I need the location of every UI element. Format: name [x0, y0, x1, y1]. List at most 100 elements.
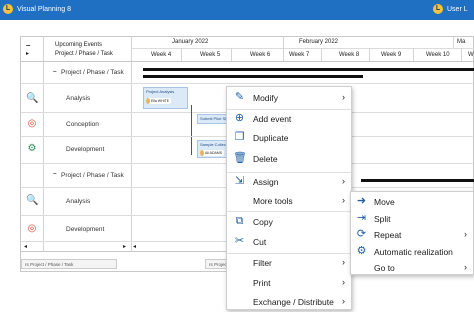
week-5: Week 5 [200, 52, 221, 58]
menu-item-copy[interactable]: ⧉ Copy [227, 212, 351, 232]
menu-item-exchange[interactable]: Exchange / Distribute › [227, 292, 351, 312]
row-divider [21, 83, 474, 84]
chevron-right-icon: › [342, 92, 345, 102]
task-title: Project Analysis [146, 89, 175, 94]
task-project-analysis[interactable]: Project Analysis Ella WHITE [143, 87, 188, 109]
title-bar: L Visual Planning 8 L User L [0, 0, 474, 20]
app-title: Visual Planning 8 [17, 6, 71, 13]
menu-item-label: Split [374, 214, 391, 224]
menu-item-label: Automatic realization [374, 247, 453, 257]
week-8: Week 8 [339, 52, 360, 58]
week-divider [369, 48, 370, 61]
target-icon: ◎ [27, 223, 37, 234]
more-tools-submenu: ➜ Move ⇥ Split ⟳ Repeat › ⚙ Automatic re… [350, 191, 474, 275]
chevron-right-icon: › [342, 195, 345, 205]
context-menu: ✎ Modify › ⊕ Add event ❐ Duplicate 🗑 Del… [226, 86, 352, 310]
row-label-development[interactable]: Development [66, 146, 104, 153]
chevron-right-icon: › [464, 229, 467, 239]
target-icon: ◎ [27, 118, 37, 129]
chevron-right-icon: › [342, 257, 345, 267]
week-divider [321, 48, 322, 61]
plus-circle-icon: ⊕ [234, 112, 245, 124]
menu-item-print[interactable]: Print › [227, 273, 351, 293]
month-january: January 2022 [172, 39, 209, 45]
icon-column-divider [43, 37, 44, 251]
week-divider [413, 48, 414, 61]
label-column-divider [131, 37, 132, 251]
menu-item-duplicate[interactable]: ❐ Duplicate [227, 128, 351, 148]
app-logo-icon: L [3, 4, 13, 14]
menu-item-label: Filter [253, 258, 272, 268]
month-march: Ma [457, 39, 466, 45]
menu-item-label: Print [253, 278, 271, 288]
chevron-right-icon: › [342, 296, 345, 306]
week-4: Week 4 [151, 52, 172, 58]
row-label-analysis[interactable]: Analysis [66, 95, 90, 102]
menu-item-filter[interactable]: Filter › [227, 253, 351, 273]
expand-all-button[interactable]: ▸ [26, 50, 29, 57]
week-divider [283, 48, 284, 61]
row-label-analysis[interactable]: Analysis [66, 198, 90, 205]
menu-item-more-tools[interactable]: More tools › [227, 191, 351, 211]
user-avatar-icon[interactable]: L [433, 4, 443, 14]
chevron-right-icon: › [342, 176, 345, 186]
chevron-right-icon: › [342, 277, 345, 287]
menu-item-assign[interactable]: ⇲ Assign › [227, 172, 351, 192]
week-6: Week 6 [250, 52, 271, 58]
menu-item-label: Go to [374, 263, 395, 273]
week-divider [461, 48, 462, 61]
trash-icon: 🗑 [233, 152, 247, 164]
column-header-label: Project / Phase / Task [55, 51, 113, 57]
group-timeline-bar[interactable] [143, 75, 363, 78]
menu-item-label: Copy [253, 217, 273, 227]
submenu-item-go-to[interactable]: Go to › [351, 258, 473, 278]
menu-item-label: Modify [253, 93, 279, 103]
group-row-label[interactable]: Project / Phase / Task [61, 172, 124, 179]
upcoming-events-label: Upcoming Events [55, 42, 103, 48]
group-collapse-toggle[interactable]: – [53, 170, 57, 177]
week-divider [231, 48, 232, 61]
assign-icon: ⇲ [234, 175, 245, 187]
menu-item-label: Assign [253, 177, 279, 187]
menu-item-label: Duplicate [253, 133, 289, 143]
month-divider [283, 37, 284, 48]
dependency-link [191, 105, 192, 155]
group-timeline-bar[interactable] [143, 68, 474, 71]
menu-item-label: Cut [253, 237, 267, 247]
assignee-chip: Ali ADAMS [200, 150, 225, 156]
duplicate-icon: ❐ [234, 131, 245, 143]
collapse-all-button[interactable]: – [26, 41, 30, 50]
group-timeline-bar[interactable] [361, 179, 474, 182]
scroll-left-arrow[interactable]: ◂ [24, 243, 27, 250]
menu-item-label: More tools [253, 196, 293, 206]
month-row-divider [131, 48, 474, 49]
menu-item-cut[interactable]: ✂ Cut [227, 232, 351, 252]
arrow-right-icon: ➜ [356, 195, 367, 207]
repeat-icon: ⟳ [356, 228, 367, 240]
timeline-scroll-left-arrow[interactable]: ◂ [133, 243, 136, 250]
menu-item-modify[interactable]: ✎ Modify › [227, 88, 351, 108]
menu-item-delete[interactable]: 🗑 Delete [227, 149, 351, 169]
scroll-right-arrow[interactable]: ▸ [123, 243, 126, 250]
row-label-development[interactable]: Development [66, 226, 104, 233]
group-collapse-toggle[interactable]: – [53, 68, 57, 75]
menu-item-label: Move [374, 197, 395, 207]
footer-tab-project[interactable]: rs Project / Phase / Task [21, 259, 117, 269]
month-february: February 2022 [299, 39, 339, 45]
menu-item-add-event[interactable]: ⊕ Add event [227, 109, 351, 129]
copy-icon: ⧉ [235, 215, 244, 227]
week-divider [181, 48, 182, 61]
pencil-icon: ✎ [234, 91, 245, 103]
row-label-conception[interactable]: Conception [66, 121, 99, 128]
month-divider [453, 37, 454, 48]
week-9: Week 9 [381, 52, 402, 58]
menu-item-label: Exchange / Distribute [253, 297, 334, 307]
week-7: Week 7 [289, 52, 310, 58]
magnifier-icon: 🔍 [26, 195, 39, 206]
development-icon: ⚙ [27, 143, 37, 154]
user-label[interactable]: User L [447, 6, 468, 13]
gear-icon: ⚙ [356, 245, 367, 257]
menu-item-label: Repeat [374, 230, 402, 240]
week-10: Week 10 [426, 52, 450, 58]
group-row-label[interactable]: Project / Phase / Task [61, 69, 124, 76]
